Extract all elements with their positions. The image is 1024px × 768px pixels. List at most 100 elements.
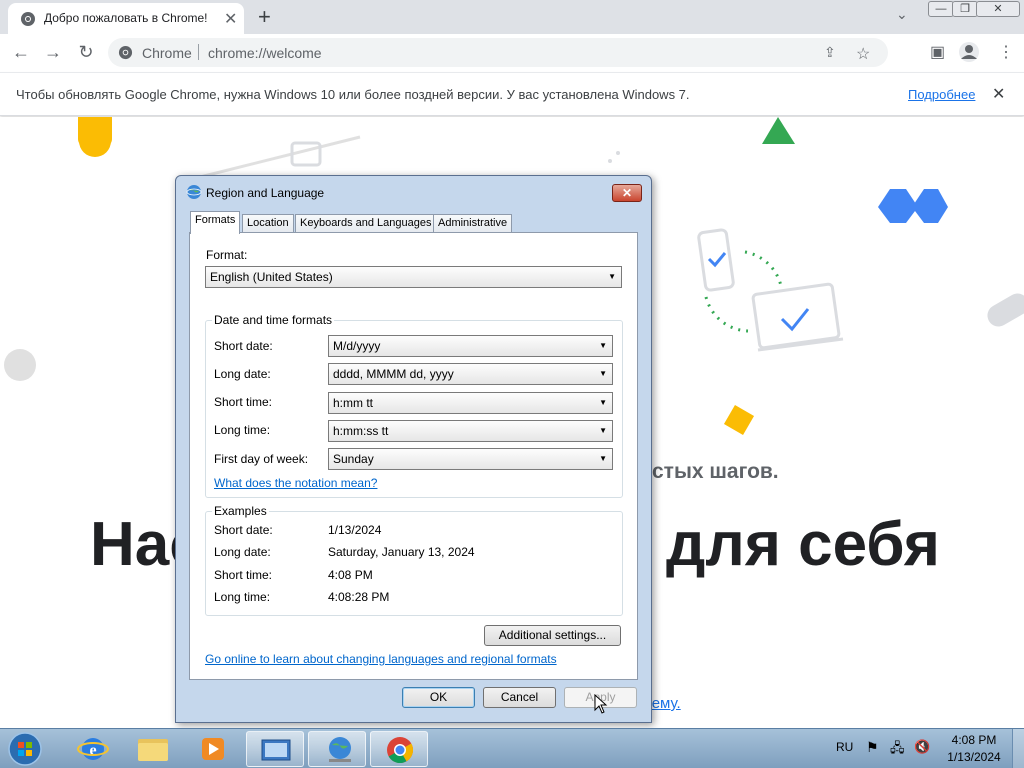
welcome-heading-right: для себя [666,510,940,579]
short-date-value: M/d/yyyy [333,339,381,353]
chrome-site-icon [118,45,133,60]
action-center-flag-icon[interactable]: ⚑ [866,739,879,756]
omnibox-chip: Chrome [142,45,192,61]
long-time-select[interactable]: h:mm:ss tt ▼ [328,420,613,442]
omnibox[interactable]: Chrome chrome://welcome ☆ ⇪ [108,38,888,67]
minimize-button[interactable]: — [928,1,954,17]
first-day-value: Sunday [333,452,374,466]
additional-settings-button[interactable]: Additional settings... [484,625,621,646]
chevron-down-icon: ▼ [599,398,607,407]
restore-button[interactable]: ❐ [952,1,978,17]
tab-formats[interactable]: Formats [190,211,241,234]
tab-title: Добро пожаловать в Chrome! [44,11,208,25]
language-indicator[interactable]: RU [836,740,853,754]
volume-muted-icon[interactable]: 🔇 [914,739,930,755]
control-panel-icon [261,739,291,761]
start-button-icon[interactable] [6,731,44,767]
short-date-select[interactable]: M/d/yyyy ▼ [328,335,613,357]
infobar-close-icon[interactable]: ✕ [992,84,1005,104]
new-tab-icon[interactable]: + [258,4,271,30]
system-clock[interactable]: 4:08 PM 1/13/2024 [944,733,1004,764]
infobar-more-link[interactable]: Подробнее [908,87,975,102]
example-long-date-value: Saturday, January 13, 2024 [328,545,475,559]
welcome-subtext: стых шагов. [652,460,779,483]
menu-kebab-icon[interactable]: ⋮ [998,42,1014,62]
profile-avatar-icon[interactable] [958,41,980,63]
taskbar-chrome[interactable] [370,731,428,767]
chrome-favicon-icon [21,12,35,26]
long-time-label: Long time: [214,423,271,437]
share-icon[interactable]: ⇪ [824,44,836,61]
chevron-down-icon: ▼ [599,369,607,378]
clock-time: 4:08 PM [951,733,997,747]
tab-keyboards-languages[interactable]: Keyboards and Languages [295,214,437,233]
long-date-value: dddd, MMMM dd, yyyy [333,367,454,381]
omnibox-url[interactable]: chrome://welcome [208,45,322,61]
globe-icon [186,185,202,199]
chevron-down-icon: ▼ [599,454,607,463]
example-short-date-value: 1/13/2024 [328,523,382,537]
globe-taskbar-icon [329,737,351,762]
chevron-down-icon: ▼ [608,272,616,281]
short-time-label: Short time: [214,395,273,409]
taskbar-explorer[interactable] [124,731,182,767]
dialog-close-button[interactable]: ✕ [612,184,642,202]
formats-panel: Format: English (United States) ▼ Date a… [189,232,638,680]
dialog-title: Region and Language [206,186,325,200]
back-icon[interactable]: ← [8,40,34,66]
tab-close-icon[interactable]: ✕ [224,9,237,29]
example-short-time-label: Short time: [214,568,273,582]
show-desktop-button[interactable] [1012,729,1024,768]
tab-search-chevron-icon[interactable]: ⌄ [896,6,908,23]
short-date-label: Short date: [214,339,273,353]
region-language-dialog: Region and Language ✕ Formats Location K… [175,175,652,723]
tab-administrative[interactable]: Administrative [433,214,513,233]
network-icon[interactable]: 🖧 [890,739,905,761]
example-short-time-value: 4:08 PM [328,568,373,582]
browser-toolbar: ← → ↻ Chrome chrome://welcome ☆ ⇪ ▣ ⋮ [0,34,1024,72]
first-day-label: First day of week: [214,452,309,466]
format-select-value: English (United States) [210,270,333,284]
example-long-time-label: Long time: [214,590,271,604]
tab-strip: Добро пожаловать в Chrome! ✕ + ⌄ — ❐ ✕ [0,0,1024,34]
dialog-titlebar[interactable]: Region and Language ✕ [176,176,651,208]
format-label: Format: [206,248,248,262]
taskbar-control-panel[interactable] [246,731,304,767]
chrome-icon [387,737,414,764]
long-time-value: h:mm:ss tt [333,424,389,438]
update-infobar: Чтобы обновлять Google Chrome, нужна Win… [0,72,1024,116]
windows-taskbar: e RU ⚑ 🖧 🔇 4:08 PM 1/13/2024 [0,728,1024,768]
long-date-select[interactable]: dddd, MMMM dd, yyyy ▼ [328,363,613,385]
long-date-label: Long date: [214,367,271,381]
examples-group-label: Examples [212,504,269,518]
bookmark-star-icon[interactable]: ☆ [856,44,870,64]
ok-button[interactable]: OK [402,687,475,708]
format-select[interactable]: English (United States) ▼ [205,266,622,288]
forward-icon[interactable]: → [40,40,66,66]
folder-icon [138,739,168,761]
cancel-button[interactable]: Cancel [483,687,556,708]
taskbar-media-player[interactable] [184,731,242,767]
taskbar-region-language[interactable] [308,731,366,767]
taskbar-ie[interactable]: e [64,731,122,767]
short-time-select[interactable]: h:mm tt ▼ [328,392,613,414]
chevron-down-icon: ▼ [599,341,607,350]
tab-location[interactable]: Location [242,214,294,233]
window-close-button[interactable]: ✕ [976,1,1020,17]
notation-link[interactable]: What does the notation mean? [214,476,377,490]
media-player-icon [202,738,224,760]
example-short-date-label: Short date: [214,523,273,537]
tab-welcome[interactable]: Добро пожаловать в Chrome! ✕ [8,3,244,34]
example-long-date-label: Long date: [214,545,271,559]
reload-icon[interactable]: ↻ [73,40,99,66]
online-help-link[interactable]: Go online to learn about changing langua… [205,652,557,666]
clock-date: 1/13/2024 [947,750,1001,764]
chevron-down-icon: ▼ [599,426,607,435]
side-panel-icon[interactable]: ▣ [930,42,945,62]
date-time-group-label: Date and time formats [212,313,335,327]
first-day-select[interactable]: Sunday ▼ [328,448,613,470]
svg-text:e: e [89,742,96,759]
mouse-cursor-icon [594,694,608,714]
example-long-time-value: 4:08:28 PM [328,590,390,604]
omnibox-separator [198,44,199,60]
